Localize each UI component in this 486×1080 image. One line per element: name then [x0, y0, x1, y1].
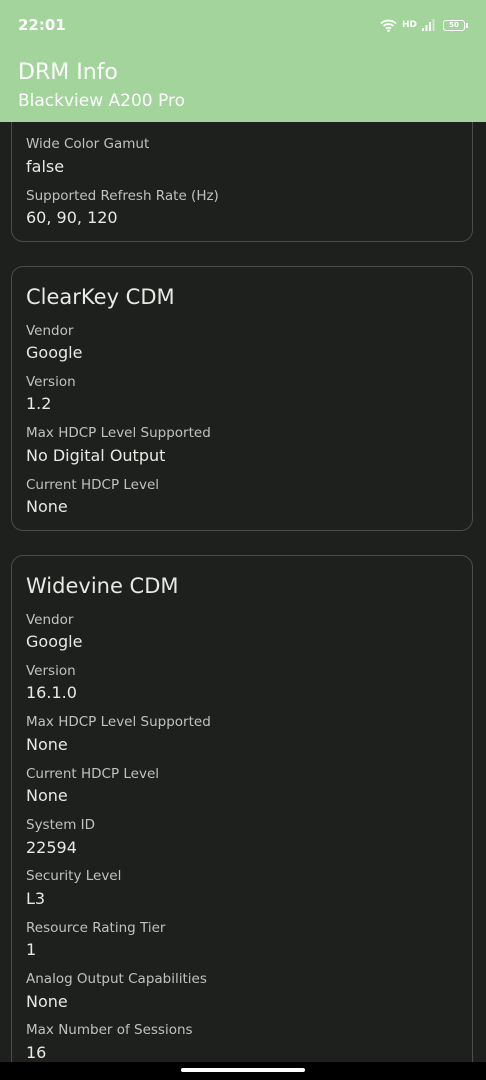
field-label-current-hdcp: Current HDCP Level	[26, 477, 160, 493]
field-value-vendor: Google	[26, 343, 83, 362]
field-label-refresh-rate: Supported Refresh Rate (Hz)	[26, 188, 219, 204]
widevine-cdm-card: Widevine CDM Vendor Google Version 16.1.…	[11, 555, 473, 1062]
clearkey-cdm-card: ClearKey CDM Vendor Google Version 1.2 M…	[11, 266, 473, 531]
field-value-version: 16.1.0	[26, 683, 77, 702]
field-value-version: 1.2	[26, 394, 52, 413]
status-icons: HD 50	[380, 19, 468, 32]
field-label-system-id: System ID	[26, 817, 96, 833]
field-value-max-hdcp: None	[26, 735, 68, 754]
field-value-analog-output: None	[26, 992, 68, 1011]
field-value-wide-color-gamut: false	[26, 157, 65, 176]
field-label-version: Version	[26, 374, 76, 390]
content-scroll-area[interactable]: Wide Color Gamut false Supported Refresh…	[0, 0, 486, 1062]
field-value-current-hdcp: None	[26, 497, 68, 516]
field-label-resource-rating-tier: Resource Rating Tier	[26, 920, 166, 936]
field-label-current-hdcp: Current HDCP Level	[26, 766, 160, 782]
field-label-wide-color-gamut: Wide Color Gamut	[26, 136, 150, 152]
field-label-analog-output: Analog Output Capabilities	[26, 971, 207, 987]
home-gesture-handle[interactable]	[181, 1068, 305, 1072]
field-label-version: Version	[26, 663, 76, 679]
field-value-max-hdcp: No Digital Output	[26, 446, 166, 465]
field-value-refresh-rate: 60, 90, 120	[26, 208, 118, 227]
field-value-max-sessions: 16	[26, 1043, 47, 1062]
status-time: 22:01	[18, 16, 66, 34]
field-value-system-id: 22594	[26, 838, 77, 857]
battery-level: 50	[449, 20, 459, 29]
card-title-clearkey: ClearKey CDM	[26, 285, 175, 309]
field-label-max-hdcp: Max HDCP Level Supported	[26, 714, 211, 730]
field-label-max-hdcp: Max HDCP Level Supported	[26, 425, 211, 441]
signal-icon	[422, 19, 435, 31]
field-value-vendor: Google	[26, 632, 83, 651]
hd-indicator: HD	[401, 20, 417, 30]
app-title: DRM Info	[18, 60, 118, 85]
field-value-resource-rating-tier: 1	[26, 940, 37, 959]
field-label-security-level: Security Level	[26, 868, 122, 884]
status-bar: 22:01 HD 50	[18, 14, 468, 36]
field-label-max-sessions: Max Number of Sessions	[26, 1022, 193, 1038]
field-label-vendor: Vendor	[26, 612, 74, 628]
field-value-security-level: L3	[26, 889, 46, 908]
wifi-icon	[380, 19, 397, 32]
app-header: 22:01 HD 50 DRM Info Blackview A200 Pro	[0, 0, 486, 122]
battery-icon: 50	[443, 19, 468, 31]
card-title-widevine: Widevine CDM	[26, 574, 179, 598]
field-value-current-hdcp: None	[26, 786, 68, 805]
field-label-vendor: Vendor	[26, 323, 74, 339]
device-name-subtitle: Blackview A200 Pro	[18, 91, 185, 111]
